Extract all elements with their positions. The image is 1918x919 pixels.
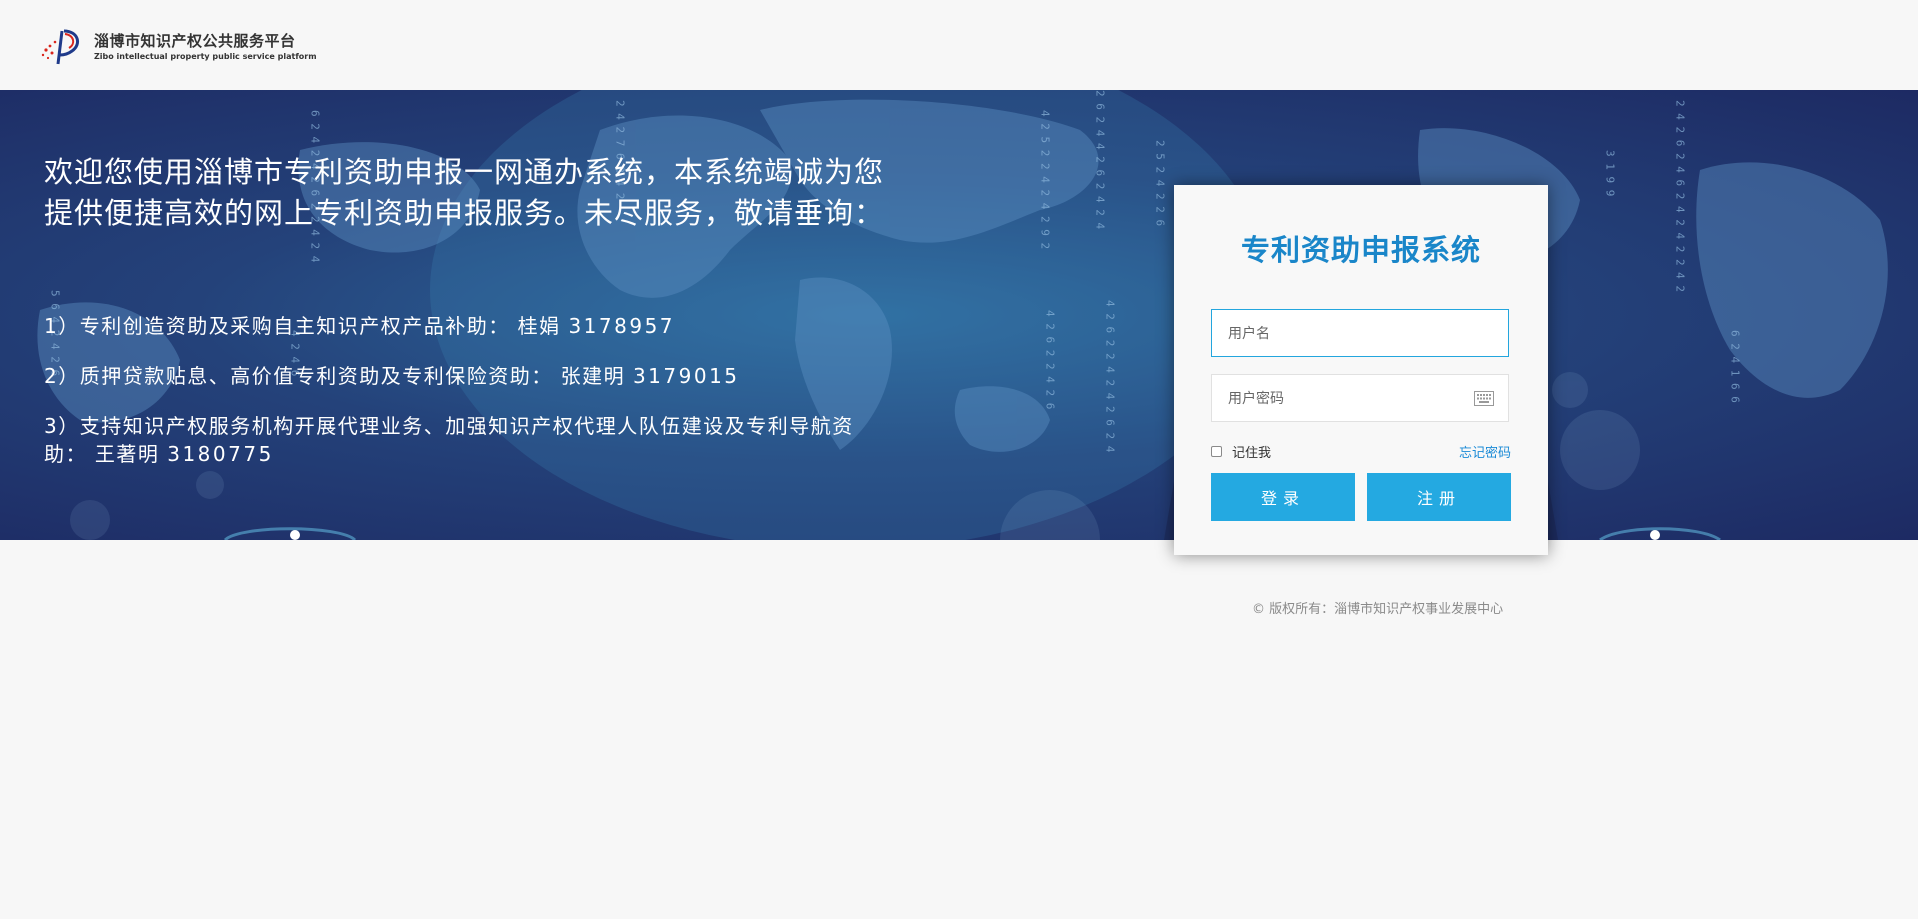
login-card: 专利资助申报系统 记住我 忘记密码 登录 注册 <box>1174 185 1548 555</box>
remember-me[interactable]: 记住我 <box>1211 442 1271 461</box>
intro-text-block: 欢迎您使用淄博市专利资助申报一网通办系统，本系统竭诚为您提供便捷高效的网上专利资… <box>44 152 884 490</box>
contact-person: 王著明 <box>94 442 160 466</box>
welcome-message: 欢迎您使用淄博市专利资助申报一网通办系统，本系统竭诚为您提供便捷高效的网上专利资… <box>44 155 885 230</box>
contact-phone: 3180775 <box>167 442 274 466</box>
keyboard-icon[interactable] <box>1474 391 1494 406</box>
contact-description: 3）支持知识产权服务机构开展代理业务、加强知识产权代理人队伍建设及专利导航资助： <box>44 414 854 466</box>
username-input[interactable] <box>1211 309 1509 357</box>
contact-list: 1）专利创造资助及采购自主知识产权产品补助： 桂娟 3178957 2）质押贷款… <box>44 312 884 468</box>
copyright-text: © 版权所有：淄博市知识产权事业发展中心 <box>1252 602 1504 617</box>
logo-text: 淄博市知识产权公共服务平台 Zibo intellectual property… <box>94 31 317 61</box>
card-shadow-right <box>1546 470 1558 540</box>
login-title: 专利资助申报系统 <box>1240 233 1481 267</box>
contact-description: 1）专利创造资助及采购自主知识产权产品补助： <box>44 314 510 338</box>
forgot-password-link[interactable]: 忘记密码 <box>1459 442 1511 461</box>
register-button[interactable]: 注册 <box>1367 473 1511 521</box>
contact-item: 3）支持知识产权服务机构开展代理业务、加强知识产权代理人队伍建设及专利导航资助：… <box>44 412 884 468</box>
svg-text:2 4 2 6 2 4 6 2 4 2 4 2 2 4 2: 2 4 2 6 2 4 6 2 4 2 4 2 2 4 2 <box>1674 100 1687 292</box>
contact-description: 2）质押贷款贴息、高价值专利资助及专利保险资助： <box>44 364 553 388</box>
site-logo[interactable]: 淄博市知识产权公共服务平台 Zibo intellectual property… <box>38 28 317 66</box>
svg-text:6 2 4 1 6 6: 6 2 4 1 6 6 <box>1729 330 1742 403</box>
logo-subtitle: Zibo intellectual property public servic… <box>94 51 317 61</box>
logo-title: 淄博市知识产权公共服务平台 <box>94 31 296 50</box>
svg-text:2 5 2 4 2 2 6: 2 5 2 4 2 2 6 <box>1154 140 1167 226</box>
svg-text:2 6 2 4 4 2 6 2 4 2 4: 2 6 2 4 4 2 6 2 4 2 4 <box>1094 90 1107 229</box>
svg-text:4 2 6 2 2 4 2 4 2 6 2 4: 4 2 6 2 2 4 2 4 2 6 2 4 <box>1104 300 1117 453</box>
contact-phone: 3178957 <box>568 314 676 338</box>
contact-person: 桂娟 <box>517 314 561 338</box>
remember-me-checkbox[interactable] <box>1211 446 1222 457</box>
card-shadow-left <box>1164 470 1176 540</box>
password-input[interactable] <box>1211 374 1509 422</box>
svg-text:4 2 5 2 2 4 2 4 2 9 2: 4 2 5 2 2 4 2 4 2 9 2 <box>1039 110 1052 249</box>
login-button[interactable]: 登录 <box>1211 473 1355 521</box>
svg-text:3 1 9 9: 3 1 9 9 <box>1604 150 1617 196</box>
header: 淄博市知识产权公共服务平台 Zibo intellectual property… <box>0 0 1918 90</box>
logo-emblem-icon <box>41 29 80 65</box>
remember-me-label: 记住我 <box>1232 446 1272 461</box>
hero-banner: 6 2 4 2 4 2 6 2 2 4 2 4 2 4 2 7 6 2 4 2 … <box>0 90 1918 540</box>
contact-phone: 3179015 <box>632 364 740 388</box>
svg-text:4 2 6 2 2 4 2 6: 4 2 6 2 2 4 2 6 <box>1044 310 1057 409</box>
contact-item: 2）质押贷款贴息、高价值专利资助及专利保险资助： 张建明 3179015 <box>44 362 884 390</box>
contact-person: 张建明 <box>560 364 626 388</box>
contact-item: 1）专利创造资助及采购自主知识产权产品补助： 桂娟 3178957 <box>44 312 884 340</box>
